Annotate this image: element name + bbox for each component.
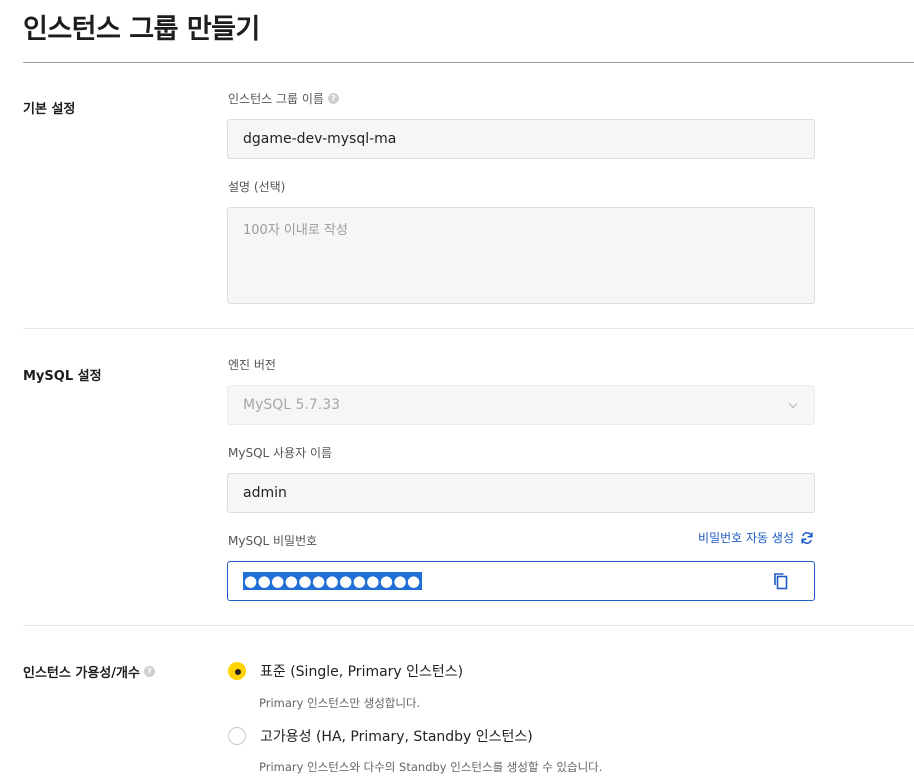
section-label-availability: 인스턴스 가용성/개수 ?	[23, 662, 155, 681]
availability-option-description: Primary 인스턴스만 생성합니다.	[259, 696, 421, 710]
chevron-down-icon	[787, 399, 799, 411]
availability-option-label: 표준 (Single, Primary 인스턴스)	[260, 664, 464, 680]
username-value: admin	[243, 485, 287, 501]
section-divider	[23, 328, 914, 329]
radio-button-selected[interactable]	[228, 662, 246, 680]
availability-option-label: 고가용성 (HA, Primary, Standby 인스턴스)	[260, 729, 533, 745]
password-input[interactable]: ●●●●●●●●●●●●●	[227, 561, 815, 601]
description-label: 설명 (선택)	[228, 180, 286, 194]
section-label-mysql: MySQL 설정	[23, 369, 102, 384]
description-placeholder: 100자 이내로 작성	[243, 223, 348, 238]
engine-version-label: 엔진 버전	[228, 358, 276, 372]
section-label-availability-text: 인스턴스 가용성/개수	[23, 666, 140, 681]
availability-option-ha[interactable]: 고가용성 (HA, Primary, Standby 인스턴스)	[228, 726, 533, 746]
username-label: MySQL 사용자 이름	[228, 446, 333, 460]
group-name-value: dgame-dev-mysql-ma	[243, 131, 397, 147]
availability-option-standard[interactable]: 표준 (Single, Primary 인스턴스)	[228, 661, 463, 681]
section-divider	[23, 625, 914, 626]
password-autogen-link[interactable]: 비밀번호 자동 생성	[698, 529, 814, 546]
group-name-label-text: 인스턴스 그룹 이름	[228, 92, 324, 106]
section-label-basic: 기본 설정	[23, 102, 76, 117]
password-mask: ●●●●●●●●●●●●●	[243, 572, 422, 590]
engine-version-value: MySQL 5.7.33	[243, 397, 341, 413]
copy-icon[interactable]	[771, 571, 791, 591]
password-autogen-label: 비밀번호 자동 생성	[698, 531, 794, 545]
title-divider	[23, 62, 914, 63]
username-input[interactable]: admin	[227, 473, 815, 513]
group-name-input[interactable]: dgame-dev-mysql-ma	[227, 119, 815, 159]
description-textarea[interactable]: 100자 이내로 작성	[227, 207, 815, 304]
page-title: 인스턴스 그룹 만들기	[23, 14, 260, 45]
help-circle-icon[interactable]: ?	[143, 666, 155, 677]
availability-option-description: Primary 인스턴스와 다수의 Standby 인스턴스를 생성할 수 있습…	[259, 760, 603, 774]
password-label: MySQL 비밀번호	[228, 534, 318, 548]
radio-button[interactable]	[228, 727, 246, 745]
engine-version-select[interactable]: MySQL 5.7.33	[227, 385, 815, 425]
help-circle-icon[interactable]: ?	[327, 93, 339, 104]
refresh-icon	[801, 531, 813, 544]
group-name-label: 인스턴스 그룹 이름 ?	[228, 90, 339, 107]
